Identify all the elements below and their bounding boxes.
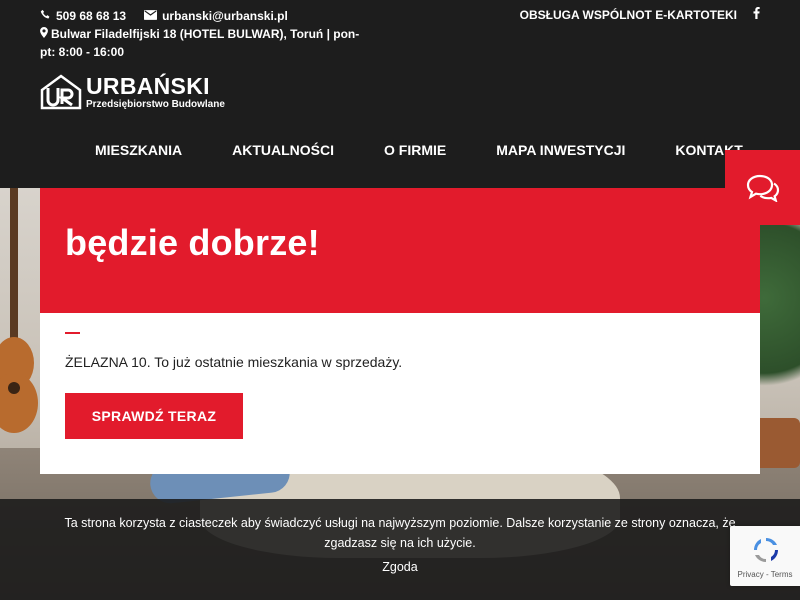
hero-card-header: będzie dobrze! — [40, 188, 760, 313]
envelope-icon — [144, 7, 158, 25]
facebook-icon[interactable] — [753, 7, 760, 22]
nav-item-mapa-inwestycji[interactable]: MAPA INWESTYCJI — [496, 142, 625, 158]
recaptcha-icon — [753, 537, 779, 563]
chat-button[interactable] — [725, 150, 800, 225]
recaptcha-links[interactable]: Privacy - Terms — [730, 570, 800, 579]
top-right-links: OBSŁUGA WSPÓLNOT E-KARTOTEKI — [520, 7, 760, 22]
chat-bubbles-icon — [746, 174, 779, 202]
logo-title: URBAŃSKI — [86, 72, 210, 99]
email-link[interactable]: urbanski@urbanski.pl — [144, 7, 288, 25]
email-address: urbanski@urbanski.pl — [162, 9, 288, 23]
nav-item-mieszkania[interactable]: MIESZKANIA — [95, 142, 182, 158]
nav-item-aktualnosci[interactable]: AKTUALNOŚCI — [232, 142, 334, 158]
hero-description: ŻELAZNA 10. To już ostatnie mieszkania w… — [65, 354, 403, 370]
site-logo[interactable]: URBAŃSKI Przedsiębiorstwo Budowlane — [40, 74, 225, 110]
phone-link[interactable]: 509 68 68 13 — [40, 7, 126, 25]
map-pin-icon — [40, 25, 48, 43]
check-now-button[interactable]: SPRAWDŹ TERAZ — [65, 393, 243, 439]
hero-title: będzie dobrze! — [65, 222, 320, 263]
phone-number: 509 68 68 13 — [56, 9, 127, 23]
recaptcha-badge[interactable]: Privacy - Terms — [730, 526, 800, 586]
cookie-message: Ta strona korzysta z ciasteczek aby świa… — [64, 516, 736, 550]
cookie-accept-button[interactable]: Zgoda — [382, 560, 417, 574]
eKartoteki-link[interactable]: OBSŁUGA WSPÓLNOT E-KARTOTEKI — [520, 8, 737, 22]
cookie-bar: Ta strona korzysta z ciasteczek aby świa… — [0, 499, 800, 600]
site-header: 509 68 68 13 urbanski@urbanski.pl Bulwar… — [0, 0, 800, 188]
accent-dash — [65, 332, 80, 334]
phone-icon — [40, 7, 51, 25]
nav-item-o-firmie[interactable]: O FIRMIE — [384, 142, 446, 158]
hero-card-body: ŻELAZNA 10. To już ostatnie mieszkania w… — [40, 313, 760, 474]
main-nav: MIESZKANIA AKTUALNOŚCI O FIRMIE MAPA INW… — [70, 142, 768, 158]
contact-info: 509 68 68 13 urbanski@urbanski.pl Bulwar… — [40, 7, 360, 61]
logo-subtitle: Przedsiębiorstwo Budowlane — [86, 98, 225, 110]
address-text: Bulwar Filadelfijski 18 (HOTEL BULWAR), … — [40, 25, 360, 61]
hero-guitar — [0, 188, 38, 433]
logo-house-icon — [40, 74, 82, 110]
address-value: Bulwar Filadelfijski 18 (HOTEL BULWAR), … — [40, 27, 360, 59]
